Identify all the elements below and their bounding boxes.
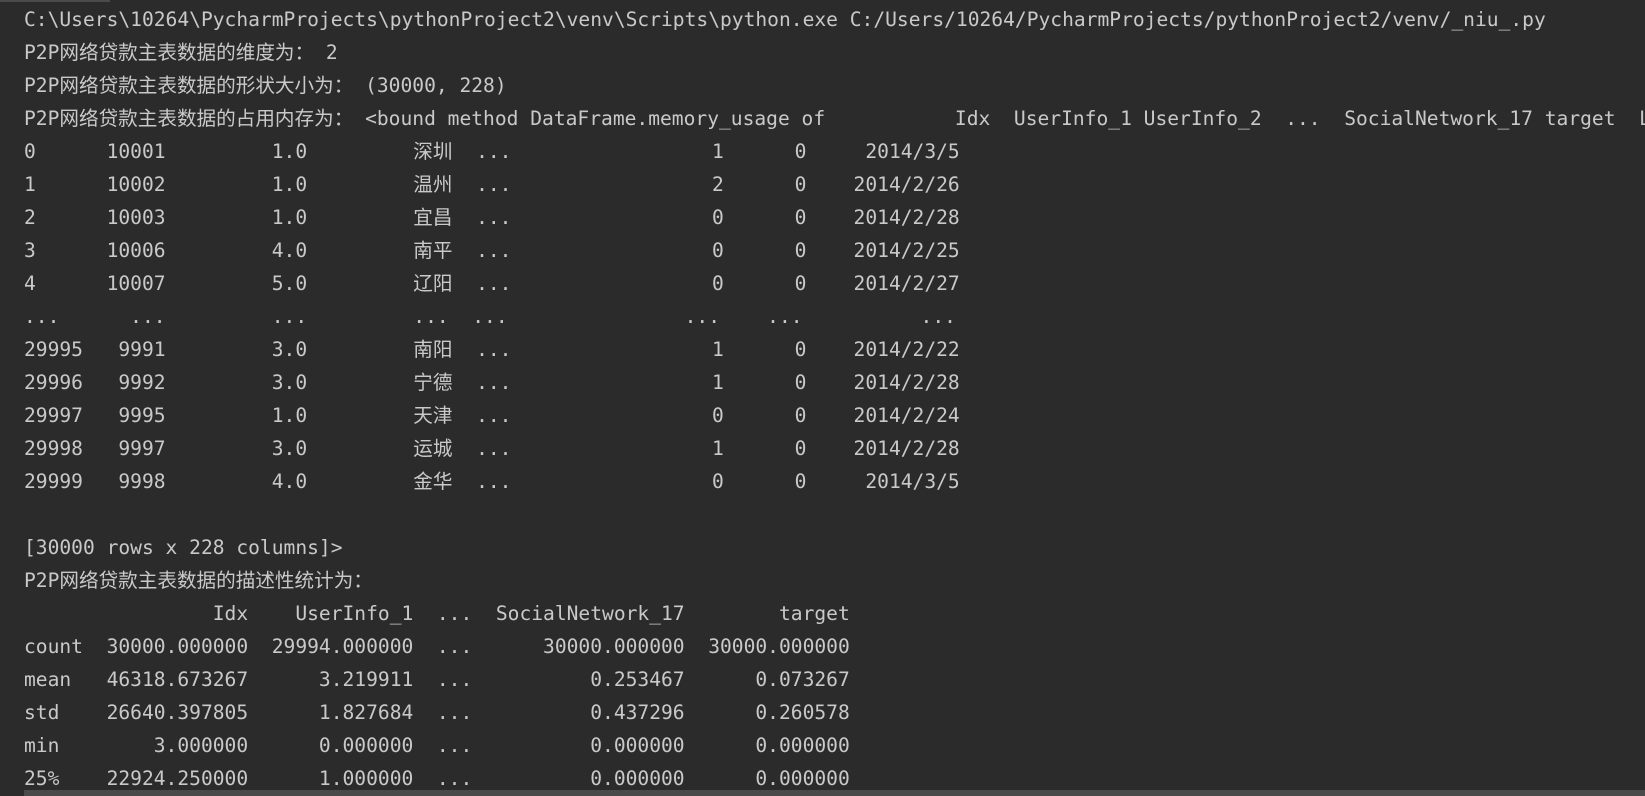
dataframe-row: 4 10007 5.0 辽阳 ... 0 0 2014/2/27 <box>24 272 960 295</box>
command-line: C:\Users\10264\PycharmProjects\pythonPro… <box>24 8 1546 31</box>
output-line-ndim: P2P网络贷款主表数据的维度为： 2 <box>24 41 338 64</box>
describe-columns-row: Idx UserInfo_1 ... SocialNetwork_17 targ… <box>24 602 850 625</box>
console-lines: C:\Users\10264\PycharmProjects\pythonPro… <box>24 3 1645 795</box>
describe-row-std: std 26640.397805 1.827684 ... 0.437296 0… <box>24 701 850 724</box>
dataframe-row: 1 10002 1.0 温州 ... 2 0 2014/2/26 <box>24 173 960 196</box>
output-line-dimensions: [30000 rows x 228 columns]> <box>24 536 343 559</box>
dataframe-row: 0 10001 1.0 深圳 ... 1 0 2014/3/5 <box>24 140 960 163</box>
dataframe-row: 3 10006 4.0 南平 ... 0 0 2014/2/25 <box>24 239 960 262</box>
dataframe-row: 29997 9995 1.0 天津 ... 0 0 2014/2/24 <box>24 404 960 427</box>
dataframe-row: 29999 9998 4.0 金华 ... 0 0 2014/3/5 <box>24 470 960 493</box>
output-line-shape: P2P网络贷款主表数据的形状大小为： (30000, 228) <box>24 74 507 97</box>
dataframe-ellipsis-row: ... ... ... ... ... ... ... ... <box>24 305 956 328</box>
describe-row-mean: mean 46318.673267 3.219911 ... 0.253467 … <box>24 668 850 691</box>
horizontal-scrollbar[interactable] <box>24 790 1645 796</box>
describe-row-count: count 30000.000000 29994.000000 ... 3000… <box>24 635 850 658</box>
run-console-output[interactable]: C:\Users\10264\PycharmProjects\pythonPro… <box>0 0 1645 796</box>
describe-row-min: min 3.000000 0.000000 ... 0.000000 0.000… <box>24 734 850 757</box>
console-top-divider <box>0 0 110 2</box>
dataframe-row: 29998 9997 3.0 运城 ... 1 0 2014/2/28 <box>24 437 960 460</box>
output-line-describe-header: P2P网络贷款主表数据的描述性统计为： <box>24 569 373 592</box>
dataframe-row: 2 10003 1.0 宜昌 ... 0 0 2014/2/28 <box>24 206 960 229</box>
scrollbar-thumb[interactable] <box>24 790 1645 796</box>
dataframe-row: 29996 9992 3.0 宁德 ... 1 0 2014/2/28 <box>24 371 960 394</box>
dataframe-row: 29995 9991 3.0 南阳 ... 1 0 2014/2/22 <box>24 338 960 361</box>
output-line-memory-header: P2P网络贷款主表数据的占用内存为： <bound method DataFra… <box>24 107 1645 130</box>
